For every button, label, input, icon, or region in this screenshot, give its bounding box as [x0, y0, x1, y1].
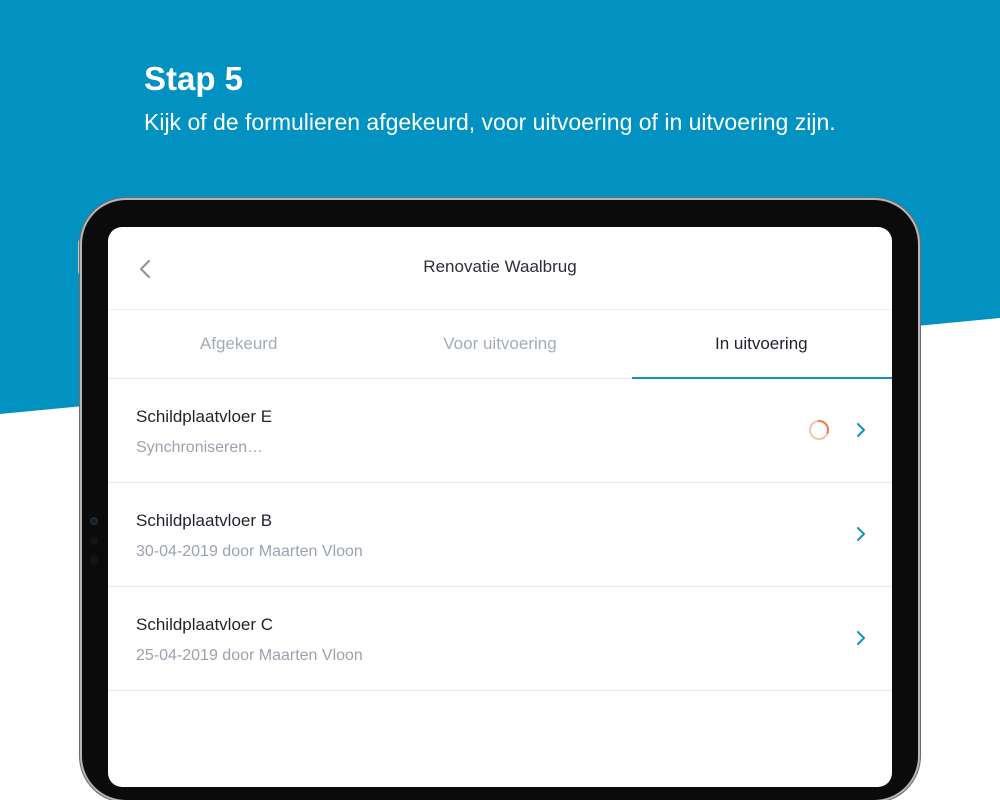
tab-in-uitvoering[interactable]: In uitvoering — [631, 310, 892, 378]
form-title: Schildplaatvloer B — [136, 511, 273, 530]
loading-spinner-icon — [809, 419, 829, 440]
promo-heading: Stap 5 — [144, 60, 244, 97]
chevron-right-icon — [857, 631, 865, 645]
chevron-right-icon — [857, 527, 865, 541]
app-screen: Renovatie Waalbrug Afgekeurd Voor uitvoe… — [108, 227, 892, 787]
page-title: Renovatie Waalbrug — [423, 257, 577, 276]
chevron-right-icon — [857, 423, 865, 437]
tab-bar: Afgekeurd Voor uitvoering In uitvoering — [108, 310, 892, 379]
list-item[interactable]: Schildplaatvloer E Synchroniseren… — [108, 379, 892, 483]
sensor-icon — [90, 537, 98, 545]
tab-voor-uitvoering[interactable]: Voor uitvoering — [369, 310, 630, 378]
tab-afgekeurd[interactable]: Afgekeurd — [108, 310, 369, 378]
promo-subtitle: Kijk of de formulieren afgekeurd, voor u… — [144, 109, 836, 135]
list-item[interactable]: Schildplaatvloer B 30-04-2019 door Maart… — [108, 483, 892, 587]
form-title: Schildplaatvloer C — [136, 615, 274, 634]
form-meta: 25-04-2019 door Maarten Vloon — [136, 647, 363, 664]
list-item[interactable]: Schildplaatvloer C 25-04-2019 door Maart… — [108, 587, 892, 691]
form-list: Schildplaatvloer E Synchroniseren… Schil… — [108, 379, 892, 691]
camera-icon — [90, 517, 98, 525]
sync-status-text: Synchroniseren… — [136, 439, 264, 456]
sensor-icon — [90, 556, 98, 564]
navigation-bar: Renovatie Waalbrug — [108, 227, 892, 310]
form-title: Schildplaatvloer E — [136, 407, 273, 426]
form-meta: 30-04-2019 door Maarten Vloon — [136, 543, 363, 560]
